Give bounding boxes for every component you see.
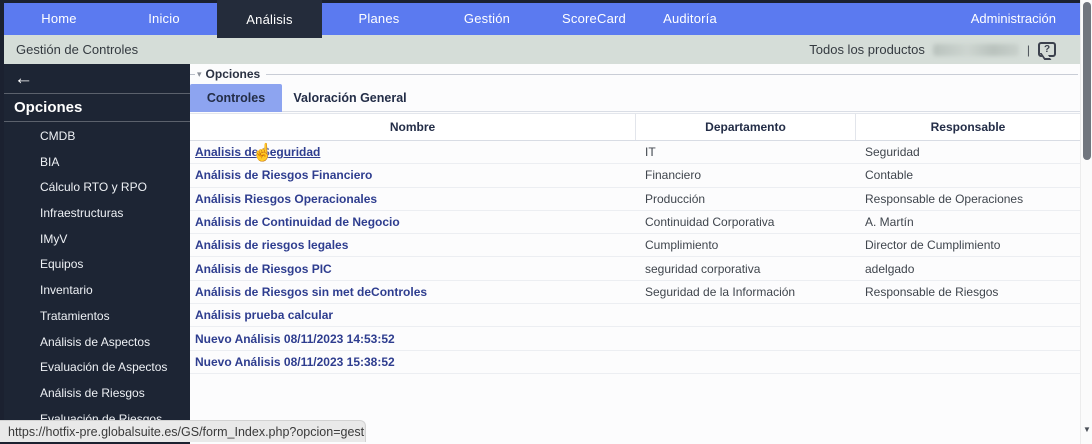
analysis-link[interactable]: Nuevo Análisis 08/11/2023 15:38:52: [195, 355, 395, 369]
analysis-link[interactable]: Análisis Riesgos Operacionales: [195, 192, 377, 206]
cell-departamento: seguridad corporativa: [645, 261, 761, 276]
cell-responsable: Contable: [865, 168, 914, 183]
sidebar-menu: CMDB BIA Cálculo RTO y RPO Infraestructu…: [4, 122, 190, 421]
cell-departamento: Seguridad de la Información: [645, 284, 796, 299]
cell-responsable: Director de Cumplimiento: [865, 238, 1001, 253]
main-content: ▾ Opciones Controles Valoración General …: [190, 64, 1080, 444]
column-header-nombre: Nombre: [389, 120, 436, 134]
cell-responsable: adelgado: [865, 261, 915, 276]
nav-item-inicio[interactable]: Inicio: [148, 3, 180, 35]
sidebar-back-button[interactable]: ←: [4, 64, 190, 94]
analysis-link[interactable]: Analisis de Seguridad: [195, 145, 320, 159]
table-row: Análisis Riesgos Operacionales Producció…: [190, 187, 1080, 211]
sidebar-item-imyv[interactable]: IMyV: [4, 227, 190, 253]
tab-bar: Controles Valoración General: [190, 84, 1080, 112]
scrollbar-thumb[interactable]: [1083, 2, 1091, 160]
legend-line-left: [190, 73, 195, 75]
collapse-triangle-icon[interactable]: ▾: [197, 69, 202, 80]
cell-departamento: Cumplimiento: [645, 238, 719, 253]
analysis-link[interactable]: Análisis de Riesgos Financiero: [195, 168, 372, 182]
tab-controles[interactable]: Controles: [190, 84, 282, 112]
nav-item-analisis[interactable]: Análisis: [217, 0, 322, 38]
table-row: Nuevo Análisis 08/11/2023 14:53:52: [190, 327, 1080, 351]
products-scope-label: Todos los productos: [809, 42, 925, 57]
nav-item-administracion[interactable]: Administración: [971, 3, 1056, 35]
column-header-departamento: Departamento: [635, 114, 855, 140]
table-row: Analisis de Seguridad IT Seguridad: [190, 141, 1080, 165]
cell-departamento: Continuidad Corporativa: [645, 215, 775, 230]
options-section-legend: ▾ Opciones: [190, 66, 1080, 82]
analysis-link[interactable]: Análisis de Riesgos PIC: [195, 262, 332, 276]
table-row: Análisis de Riesgos Financiero Financier…: [190, 164, 1080, 188]
cell-departamento: [635, 327, 855, 349]
nav-item-home[interactable]: Home: [41, 3, 76, 35]
app-window: Home Inicio Análisis Planes Gestión Scor…: [0, 0, 1092, 444]
cell-responsable: [855, 351, 1080, 373]
cell-responsable: Responsable de Riesgos: [865, 284, 999, 299]
link-preview-statusbar: https://hotfix-pre.globalsuite.es/GS/for…: [0, 420, 366, 442]
options-section-title: Opciones: [205, 67, 261, 81]
nav-item-gestion[interactable]: Gestión: [464, 3, 510, 35]
cell-departamento: [635, 351, 855, 373]
cell-responsable: A. Martín: [865, 215, 914, 230]
cell-departamento: Financiero: [645, 168, 702, 183]
sidebar-title: Opciones: [4, 94, 190, 122]
page-title: Gestión de Controles: [16, 42, 139, 57]
tab-valoracion-general[interactable]: Valoración General: [282, 84, 418, 112]
vertical-scrollbar[interactable]: ▼: [1080, 0, 1092, 444]
cell-departamento: Producción: [645, 191, 706, 206]
table-row: Análisis prueba calcular: [190, 304, 1080, 328]
analysis-link[interactable]: Análisis de Riesgos sin met deControles: [195, 285, 427, 299]
subheader-bar: Gestión de Controles Todos los productos…: [4, 35, 1080, 64]
table-row: Análisis de Riesgos sin met deControles …: [190, 280, 1080, 305]
analysis-link[interactable]: Análisis de riesgos legales: [195, 238, 348, 252]
help-icon[interactable]: ?: [1038, 42, 1056, 57]
user-menu-redacted[interactable]: [932, 43, 1019, 56]
controls-table: Nombre Departamento Responsable Analisis…: [190, 113, 1080, 374]
back-arrow-icon: ←: [14, 68, 33, 89]
sidebar-item-analisis-aspectos[interactable]: Análisis de Aspectos: [4, 330, 190, 356]
sidebar-item-evaluacion-aspectos[interactable]: Evaluación de Aspectos: [4, 355, 190, 381]
table-header-row: Nombre Departamento Responsable: [190, 113, 1080, 141]
table-row: Análisis de riesgos legales Cumplimiento…: [190, 234, 1080, 258]
sidebar-item-calculo-rto-rpo[interactable]: Cálculo RTO y RPO: [4, 175, 190, 201]
separator: |: [1026, 42, 1030, 57]
sidebar-item-infraestructuras[interactable]: Infraestructuras: [4, 201, 190, 227]
top-navigation: Home Inicio Análisis Planes Gestión Scor…: [4, 0, 1080, 38]
table-row: Análisis de Continuidad de Negocio Conti…: [190, 210, 1080, 235]
sidebar-item-bia[interactable]: BIA: [4, 150, 190, 176]
nav-item-scorecard[interactable]: ScoreCard: [562, 3, 626, 35]
sidebar-item-inventario[interactable]: Inventario: [4, 278, 190, 304]
analysis-link[interactable]: Análisis prueba calcular: [195, 308, 333, 322]
cell-departamento: IT: [645, 145, 656, 160]
cell-departamento: [635, 304, 855, 326]
column-header-responsable: Responsable: [855, 114, 1080, 140]
sidebar-item-equipos[interactable]: Equipos: [4, 252, 190, 278]
nav-item-auditoria[interactable]: Auditoría: [663, 3, 717, 35]
legend-line-right: [266, 73, 1078, 75]
analysis-link[interactable]: Nuevo Análisis 08/11/2023 14:53:52: [195, 332, 395, 346]
table-row: Nuevo Análisis 08/11/2023 15:38:52: [190, 350, 1080, 374]
sidebar-item-cmdb[interactable]: CMDB: [4, 124, 190, 150]
subheader-right: Todos los productos | ?: [809, 42, 1080, 57]
cell-responsable: [855, 327, 1080, 349]
nav-item-planes[interactable]: Planes: [359, 3, 400, 35]
cell-responsable: [855, 304, 1080, 326]
scrollbar-down-arrow-icon[interactable]: ▼: [1081, 426, 1092, 434]
cell-responsable: Responsable de Operaciones: [865, 191, 1024, 206]
cell-responsable: Seguridad: [865, 145, 920, 160]
table-row: Análisis de Riesgos PIC seguridad corpor…: [190, 257, 1080, 281]
analysis-link[interactable]: Análisis de Continuidad de Negocio: [195, 215, 400, 229]
sidebar-item-analisis-riesgos[interactable]: Análisis de Riesgos: [4, 381, 190, 407]
sidebar: ← Opciones CMDB BIA Cálculo RTO y RPO In…: [4, 64, 190, 421]
sidebar-item-tratamientos[interactable]: Tratamientos: [4, 304, 190, 330]
sidebar-item-evaluacion-riesgos[interactable]: Evaluación de Riesgos: [4, 407, 190, 421]
